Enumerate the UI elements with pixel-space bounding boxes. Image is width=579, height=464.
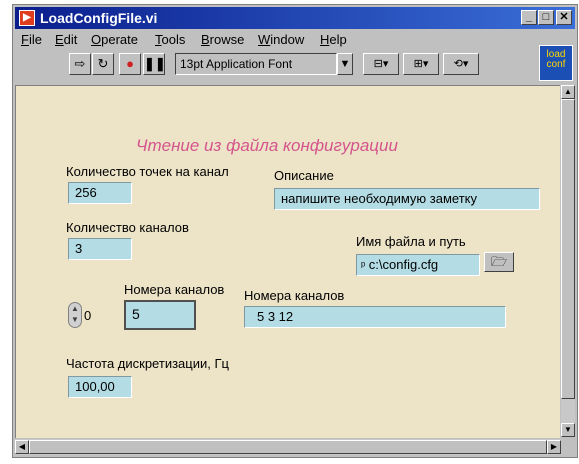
window-title: LoadConfigFile.vi (40, 10, 158, 26)
pause-icon[interactable]: ❚❚ (143, 53, 166, 75)
labview-app-icon: ▶ (19, 10, 35, 26)
horizontal-scroll-thumb[interactable] (29, 440, 547, 454)
channel-number-control[interactable]: 5 (124, 300, 196, 330)
channels-count-label: Количество каналов (66, 220, 189, 235)
toolbar: ⇨ ↻ ● ❚❚ 13pt Application Font ▼ ⊟▾ ⊞▾ ⟲… (15, 51, 535, 79)
points-indicator: 256 (68, 182, 132, 204)
distribute-icon[interactable]: ⊞▾ (403, 53, 439, 75)
channel-numbers-indicator-label: Номера каналов (244, 288, 345, 303)
font-selector[interactable]: 13pt Application Font (175, 53, 337, 75)
filepath-value: c:\config.cfg (368, 257, 439, 272)
filepath-indicator: ᵖ c:\config.cfg (356, 254, 480, 276)
horizontal-scrollbar[interactable]: ◀ ▶ (15, 439, 561, 455)
scroll-down-icon[interactable]: ▼ (561, 423, 575, 437)
scroll-right-icon[interactable]: ▶ (547, 440, 561, 454)
abort-icon[interactable]: ● (119, 53, 141, 75)
scroll-up-icon[interactable]: ▲ (561, 85, 575, 99)
channels-count-indicator: 3 (68, 238, 132, 260)
close-button[interactable]: ✕ (556, 10, 572, 25)
folder-icon: 🗁 (490, 254, 508, 269)
vi-window: ▶ LoadConfigFile.vi _ □ ✕ File Edit Oper… (12, 4, 578, 458)
channel-numbers-control-label: Номера каналов (124, 282, 225, 297)
menu-file[interactable]: File (21, 32, 42, 47)
description-label: Описание (274, 168, 334, 183)
description-indicator: напишите необходимую заметку (274, 188, 540, 210)
logo-line2: conf (546, 59, 566, 70)
front-panel: Чтение из файла конфигурации Количество … (15, 85, 560, 438)
scroll-left-icon[interactable]: ◀ (15, 440, 29, 454)
channel-numbers-indicator: 5 3 12 (244, 306, 506, 328)
vi-icon-logo: load conf (539, 45, 573, 81)
reorder-icon[interactable]: ⟲▾ (443, 53, 479, 75)
menu-help[interactable]: Help (320, 32, 347, 47)
align-icon[interactable]: ⊟▾ (363, 53, 399, 75)
run-arrow-icon[interactable]: ⇨ (69, 53, 91, 75)
minimize-button[interactable]: _ (521, 10, 537, 25)
title-bar[interactable]: ▶ LoadConfigFile.vi _ □ ✕ (15, 7, 575, 29)
run-continuous-icon[interactable]: ↻ (92, 53, 114, 75)
rate-indicator: 100,00 (68, 376, 132, 398)
menu-operate[interactable]: Operate (91, 32, 138, 47)
menu-browse[interactable]: Browse (201, 32, 244, 47)
path-icon: ᵖ (361, 260, 366, 272)
vertical-scrollbar[interactable]: ▲ ▼ (561, 85, 575, 437)
array-index-value[interactable]: 0 (84, 308, 91, 323)
menu-tools[interactable]: Tools (155, 32, 185, 47)
panel-heading: Чтение из файла конфигурации (136, 136, 398, 155)
font-dropdown-arrow-icon[interactable]: ▼ (337, 53, 353, 75)
browse-folder-button[interactable]: 🗁 (484, 252, 514, 272)
points-label: Количество точек на канал (66, 164, 229, 179)
filepath-label: Имя файла и путь (356, 234, 466, 249)
array-index-spinner[interactable]: ▲ ▼ (68, 302, 82, 328)
vertical-scroll-thumb[interactable] (561, 99, 575, 399)
rate-label: Частота дискретизации, Гц (66, 356, 229, 371)
menu-window[interactable]: Window (258, 32, 304, 47)
maximize-button[interactable]: □ (538, 10, 554, 25)
menu-edit[interactable]: Edit (55, 32, 77, 47)
